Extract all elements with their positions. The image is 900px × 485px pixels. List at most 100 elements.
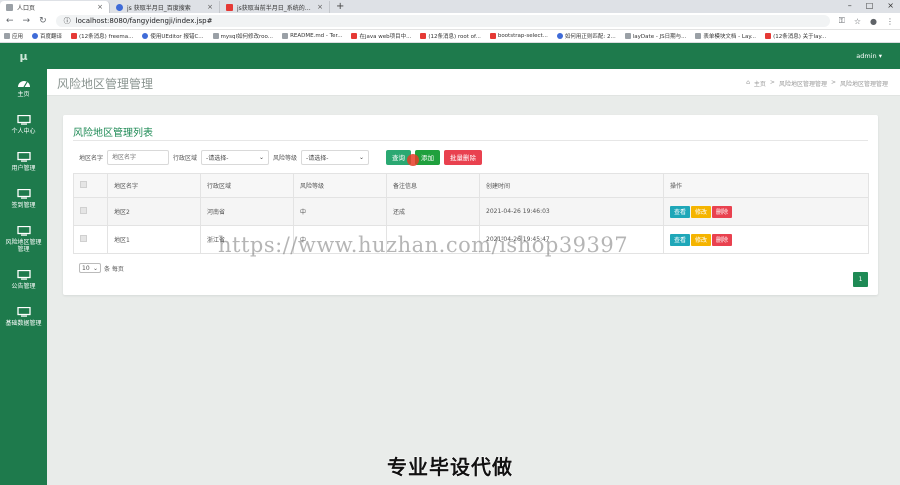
name-input[interactable] [107,149,170,165]
sidebar-item-label: 签到管理 [11,201,36,209]
edit-button[interactable]: 修改 [691,205,712,218]
bookmark-icon [32,33,39,39]
browser-tab-title: js 获取半月日_百度搜索 [127,4,191,12]
sidebar-item-profile[interactable]: 个人中心 [0,106,47,143]
breadcrumb-level2: 风险地区管理管理 [839,81,888,88]
top-header: admin ▾ [47,43,900,69]
row-checkbox[interactable] [80,235,87,242]
sidebar-item-label: 公告管理 [11,282,36,290]
bookmark[interactable]: 表单模块文档 - Lay... [695,32,756,40]
level-select[interactable]: -请选择- ⌄ [301,149,370,165]
back-icon[interactable]: ← [6,16,14,26]
sidebar-item-home[interactable]: 主页 [0,69,47,106]
browser-tab-title: js获取当前半月日_系统的个人的 [237,4,313,12]
chevron-down-icon: ⌄ [259,153,265,161]
key-icon[interactable]: ⚿ [839,16,845,26]
bookmark-icon [282,33,289,39]
page-size-suffix: 条 每页 [104,265,124,273]
bookmark-icon [142,33,149,39]
browser-tab-2[interactable]: js 获取半月日_百度搜索 × [110,1,220,13]
bookmark[interactable]: 在java web项目中... [351,32,411,40]
admin-menu[interactable]: admin ▾ [856,52,882,60]
view-button[interactable]: 查看 [670,205,691,218]
batch-delete-button[interactable]: 批量删除 [444,149,483,165]
sidebar-item-label: 基础数据管理 [5,319,42,327]
cell-ops: 查看 修改 删除 [663,225,869,254]
sidebar-item-notice[interactable]: 公告管理 [0,261,47,298]
sidebar-item-risk-area[interactable]: 风险地区管理管理 [0,217,47,261]
bookmark[interactable]: layDate - JS日期与... [624,32,686,40]
delete-button[interactable]: 删除 [712,205,733,218]
monitor-icon [16,306,31,317]
info-icon: ⓘ [63,17,71,25]
close-icon[interactable]: × [97,3,103,11]
cell-created: 2021-04-26 19:46:03 [479,197,664,226]
monitor-icon [16,269,31,280]
browser-tab-1[interactable]: 人口页 × [0,1,110,13]
column-header: 创建时间 [479,173,664,198]
close-icon[interactable]: × [317,3,323,11]
add-button[interactable]: 添加 [415,149,441,165]
table-row: 地区2 河南省 中 还成 2021-04-26 19:46:03 查看 修改 删… [73,197,869,226]
bookmark[interactable]: (12条消息) freema... [71,32,133,40]
close-icon[interactable]: × [207,3,213,11]
bookmark[interactable]: (12条消息) root of... [420,32,481,40]
bookmark-icon [765,33,772,39]
reload-icon[interactable]: ↻ [39,16,47,26]
star-icon[interactable]: ☆ [854,17,861,26]
sidebar-item-users[interactable]: 用户管理 [0,143,47,180]
bookmark[interactable]: (12条消息) 关于lay... [765,32,826,40]
csdn-icon [226,3,233,11]
row-actions: 查看 修改 删除 [670,233,862,246]
cursor-indicator [407,153,420,166]
sidebar-item-signin[interactable]: 签到管理 [0,180,47,217]
sidebar-item-basedata[interactable]: 基础数据管理 [0,298,47,335]
edit-button[interactable]: 修改 [691,233,712,246]
close-window-icon[interactable]: × [887,1,894,10]
bookmark[interactable]: 应用 [4,32,23,40]
column-header: 风险等级 [293,173,387,198]
forward-icon[interactable]: → [23,16,31,26]
column-header: 操作 [663,173,869,198]
url-field[interactable]: ⓘ localhost:8080/fangyidengji/index.jsp# [55,15,830,27]
breadcrumb-home[interactable]: 主页 [754,79,766,88]
bookmark[interactable]: 如何用正则匹配: 2... [556,32,616,40]
sidebar-item-label: 风险地区管理管理 [5,238,42,253]
delete-button[interactable]: 删除 [712,233,733,246]
card-title: 风险地区管理列表 [73,128,153,139]
select-all-cell [73,173,108,198]
bookmark[interactable]: 使用UEditor 报错C... [142,32,204,40]
browser-tab-bar: 人口页 × js 获取半月日_百度搜索 × js获取当前半月日_系统的个人的 ×… [0,0,900,13]
sidebar-item-label: 主页 [17,90,30,98]
view-button[interactable]: 查看 [670,233,691,246]
bookmark[interactable]: 百度翻译 [32,32,62,40]
bookmark[interactable]: bootstrap-select... [489,33,548,39]
caption-text: 专业毕设代做 [387,454,513,479]
address-bar: ← → ↻ ⓘ localhost:8080/fangyidengji/inde… [0,13,900,30]
bookmark[interactable]: mysql如何修改roo... [212,32,273,40]
row-checkbox[interactable] [80,207,87,214]
new-tab-icon[interactable]: + [330,1,350,12]
cell-ops: 查看 修改 删除 [663,197,869,226]
sidebar-item-label: 个人中心 [11,127,36,135]
browser-tab-3[interactable]: js获取当前半月日_系统的个人的 × [220,1,330,13]
column-header: 行政区域 [200,173,294,198]
bookmark[interactable]: README.md - Ter... [282,33,342,39]
pagination-current-page[interactable]: 1 [853,272,868,287]
breadcrumb-level1[interactable]: 风险地区管理管理 [779,79,827,88]
dashboard-icon [17,80,30,87]
page-size-select[interactable]: 10 ⌄ [79,263,101,273]
select-all-checkbox[interactable] [80,181,87,188]
query-button[interactable]: 查询 [386,149,420,166]
profile-icon[interactable]: ● [870,17,877,26]
region-select[interactable]: -请选择- ⌄ [201,149,270,165]
maximize-icon[interactable]: □ [866,1,874,10]
cell-remark: 还成 [386,197,480,226]
breadcrumb-sep: > [830,79,836,86]
bookmarks-bar: 应用 百度翻译 (12条消息) freema... 使用UEditor 报错C.… [0,30,900,43]
menu-kebab-icon[interactable]: ⋮ [886,17,894,26]
minimize-icon[interactable]: – [848,1,852,10]
page-title: 风险地区管理管理 [57,77,154,91]
url-text: localhost:8080/fangyidengji/index.jsp# [75,17,213,25]
row-select-cell [73,225,108,254]
